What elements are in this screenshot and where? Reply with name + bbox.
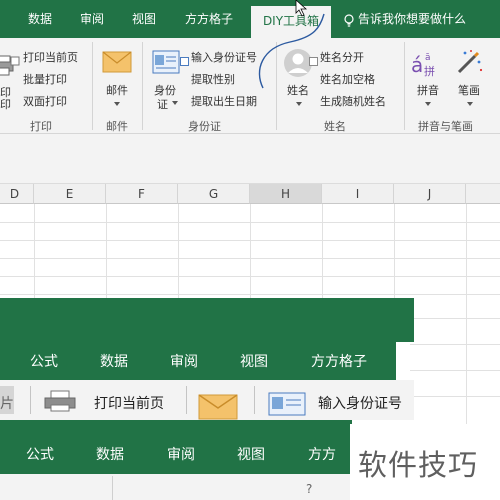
mouse-cursor-icon (295, 0, 308, 17)
annotation-arrow (258, 13, 325, 89)
annotation-overlay (258, 0, 325, 89)
